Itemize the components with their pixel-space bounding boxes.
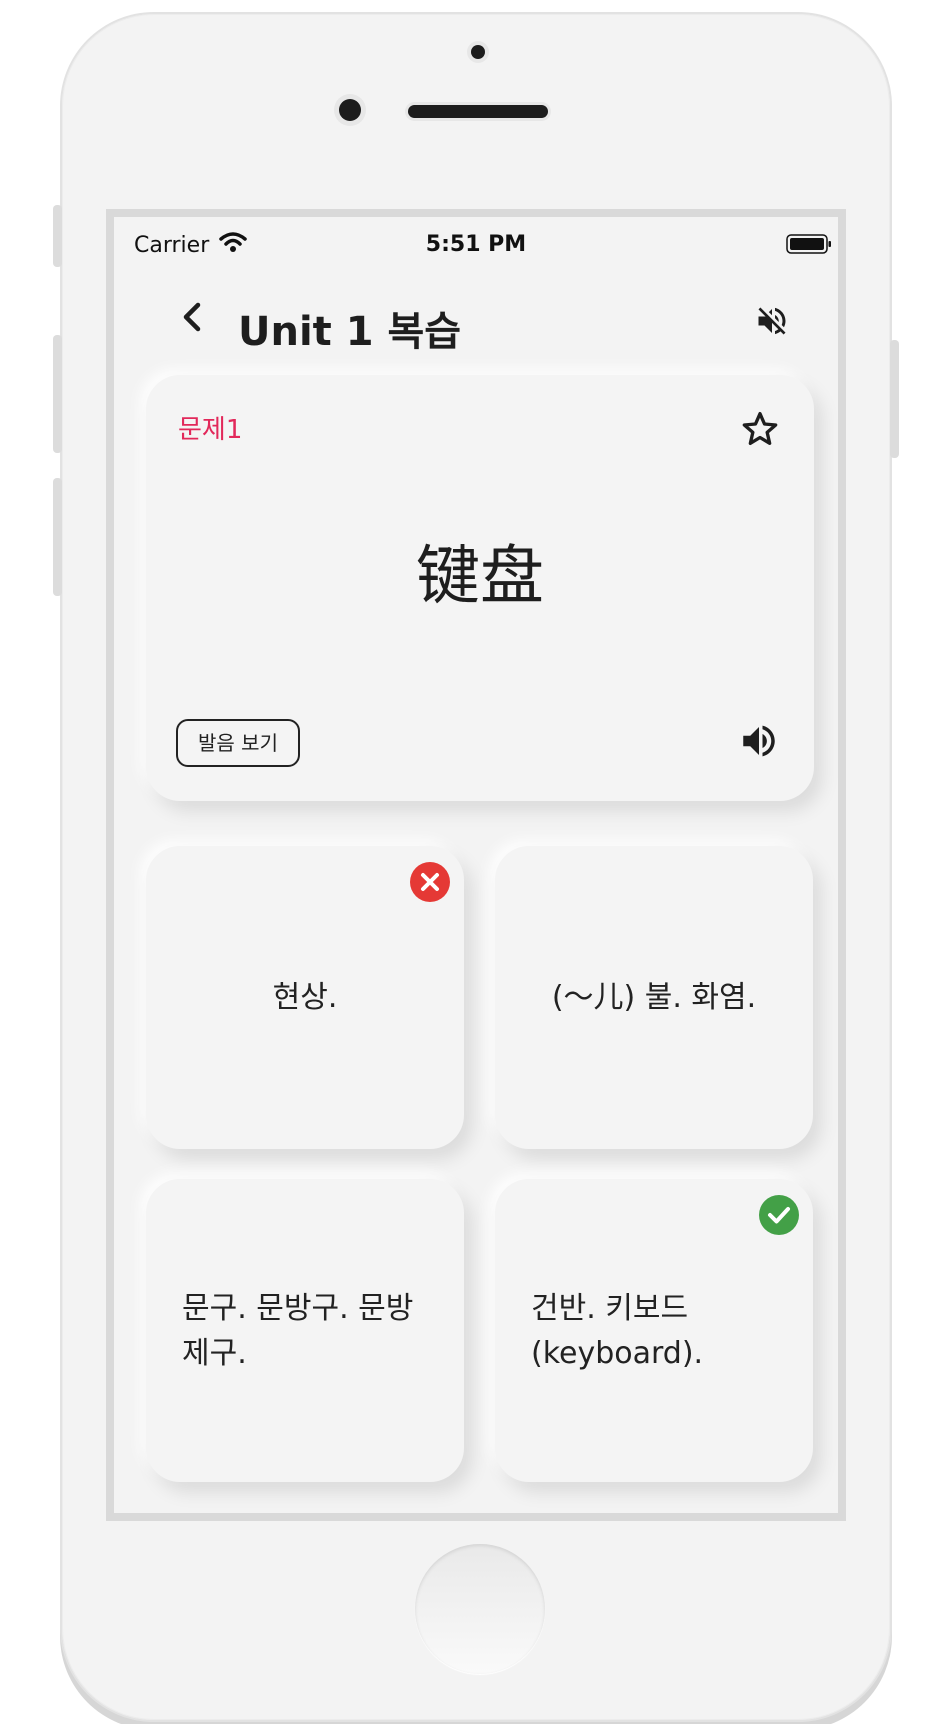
speaker-icon[interactable] <box>738 720 780 762</box>
ring-switch <box>53 205 62 267</box>
answer-option-2[interactable]: (～儿) 불. 화염. <box>495 846 813 1149</box>
power-button <box>890 340 899 458</box>
status-time: 5:51 PM <box>425 232 527 257</box>
volume-up-button <box>53 335 62 453</box>
status-bar: Carrier 5:51 PM <box>114 217 838 267</box>
question-word: 键盘 <box>416 540 544 614</box>
question-number: 문제1 <box>178 415 243 445</box>
wrong-icon <box>410 862 450 902</box>
question-card: 문제1 键盘 발음 보기 <box>146 375 814 801</box>
star-icon[interactable] <box>740 409 780 449</box>
back-icon[interactable] <box>176 295 212 339</box>
screen: Carrier 5:51 PM Unit 1 복습 문제1 键盘 발음 보기 현… <box>106 209 846 1521</box>
check-icon <box>759 1195 799 1235</box>
proximity-sensor <box>471 45 485 59</box>
front-camera <box>339 99 361 121</box>
answer-option-3[interactable]: 문구. 문방구. 문방제구. <box>146 1179 464 1482</box>
volume-down-button <box>53 478 62 596</box>
mute-icon[interactable] <box>754 303 790 339</box>
battery-icon <box>786 234 831 254</box>
answer-option-1[interactable]: 현상. <box>146 846 464 1149</box>
page-title: Unit 1 복습 <box>238 309 462 355</box>
answer-text: 문구. 문방구. 문방제구. <box>182 1290 414 1371</box>
answer-option-4[interactable]: 건반. 키보드(keyboard). <box>495 1179 813 1482</box>
home-button[interactable] <box>415 1544 545 1674</box>
pronunciation-button[interactable]: 발음 보기 <box>176 719 300 767</box>
earpiece-speaker <box>408 105 548 118</box>
answer-text: (～儿) 불. 화염. <box>551 980 757 1015</box>
